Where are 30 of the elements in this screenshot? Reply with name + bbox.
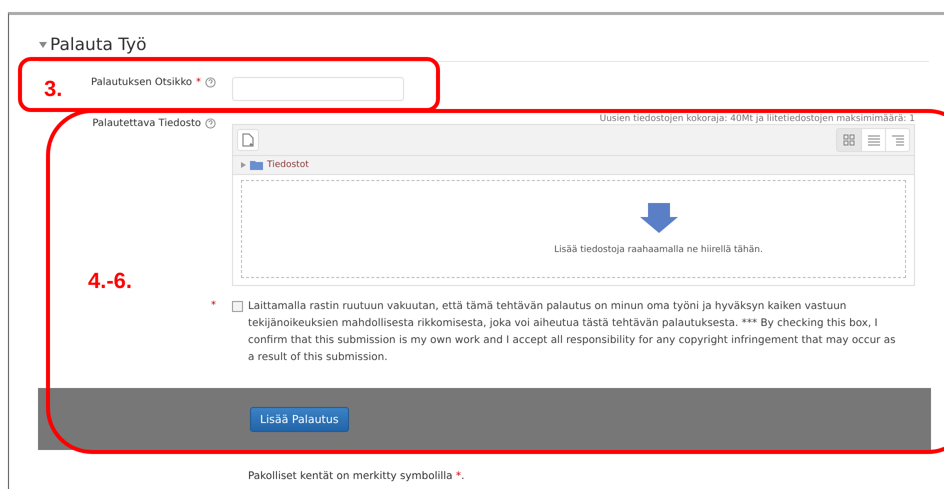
tree-view-icon [892, 134, 904, 146]
expand-arrow-icon[interactable] [241, 162, 246, 168]
title-input-field[interactable] [232, 77, 404, 101]
add-file-icon [242, 133, 254, 147]
help-icon[interactable] [205, 77, 216, 88]
section-title: Palauta Työ [50, 35, 147, 55]
upload-limits-text: Uusien tiedostojen kokoraja: 40Mt ja liitetiedostojen maksimimäärä: 1 [598, 114, 915, 124]
list-view-icon [868, 134, 880, 146]
annotation-label: 4.-6. [88, 268, 132, 294]
field-label: Palautuksen Otsikko [90, 77, 192, 88]
field-label: Palautettava Tiedosto [92, 118, 201, 129]
annotation-label: 3. [44, 76, 62, 102]
folder-link[interactable]: Tiedostot [267, 160, 309, 170]
required-mark: * [211, 300, 216, 311]
view-toggle-button[interactable] [837, 129, 861, 151]
required-fields-note: Pakolliset kentät on merkitty symbolilla *. [248, 470, 464, 482]
grid-view-icon [843, 134, 855, 146]
view-toggle-button[interactable] [861, 129, 885, 151]
add-file-button[interactable] [237, 129, 259, 151]
help-icon[interactable] [205, 118, 216, 129]
drop-zone[interactable]: Lisää tiedostoja raahaamalla ne hiirellä tähän. [241, 180, 906, 278]
view-toggle-button[interactable] [885, 129, 909, 151]
declaration-text: Laittamalla rastin ruutuun vakuutan, että tämä tehtävän palautus on minun oma työni ja hyväksyn kaiken vastuun tekijänoikeuksien mahdollisesta rikkomisesta, joka voi aiheutua tästä tehtävän palautuksesta. *** By checking this box, I confirm that this submission is my own work and I accept all responsibility for any copyright infringement that may occur as a result of this submission. [248, 299, 897, 365]
checkbox[interactable] [232, 301, 243, 312]
folder-icon [250, 160, 263, 170]
collapse-caret-icon[interactable] [39, 42, 47, 48]
required-mark: * [196, 77, 201, 88]
submit-button[interactable]: Lisää Palautus [250, 406, 349, 432]
down-arrow-icon [640, 203, 678, 233]
drop-hint-text: Lisää tiedostoja raahaamalla ne hiirellä tähän. [554, 245, 763, 255]
